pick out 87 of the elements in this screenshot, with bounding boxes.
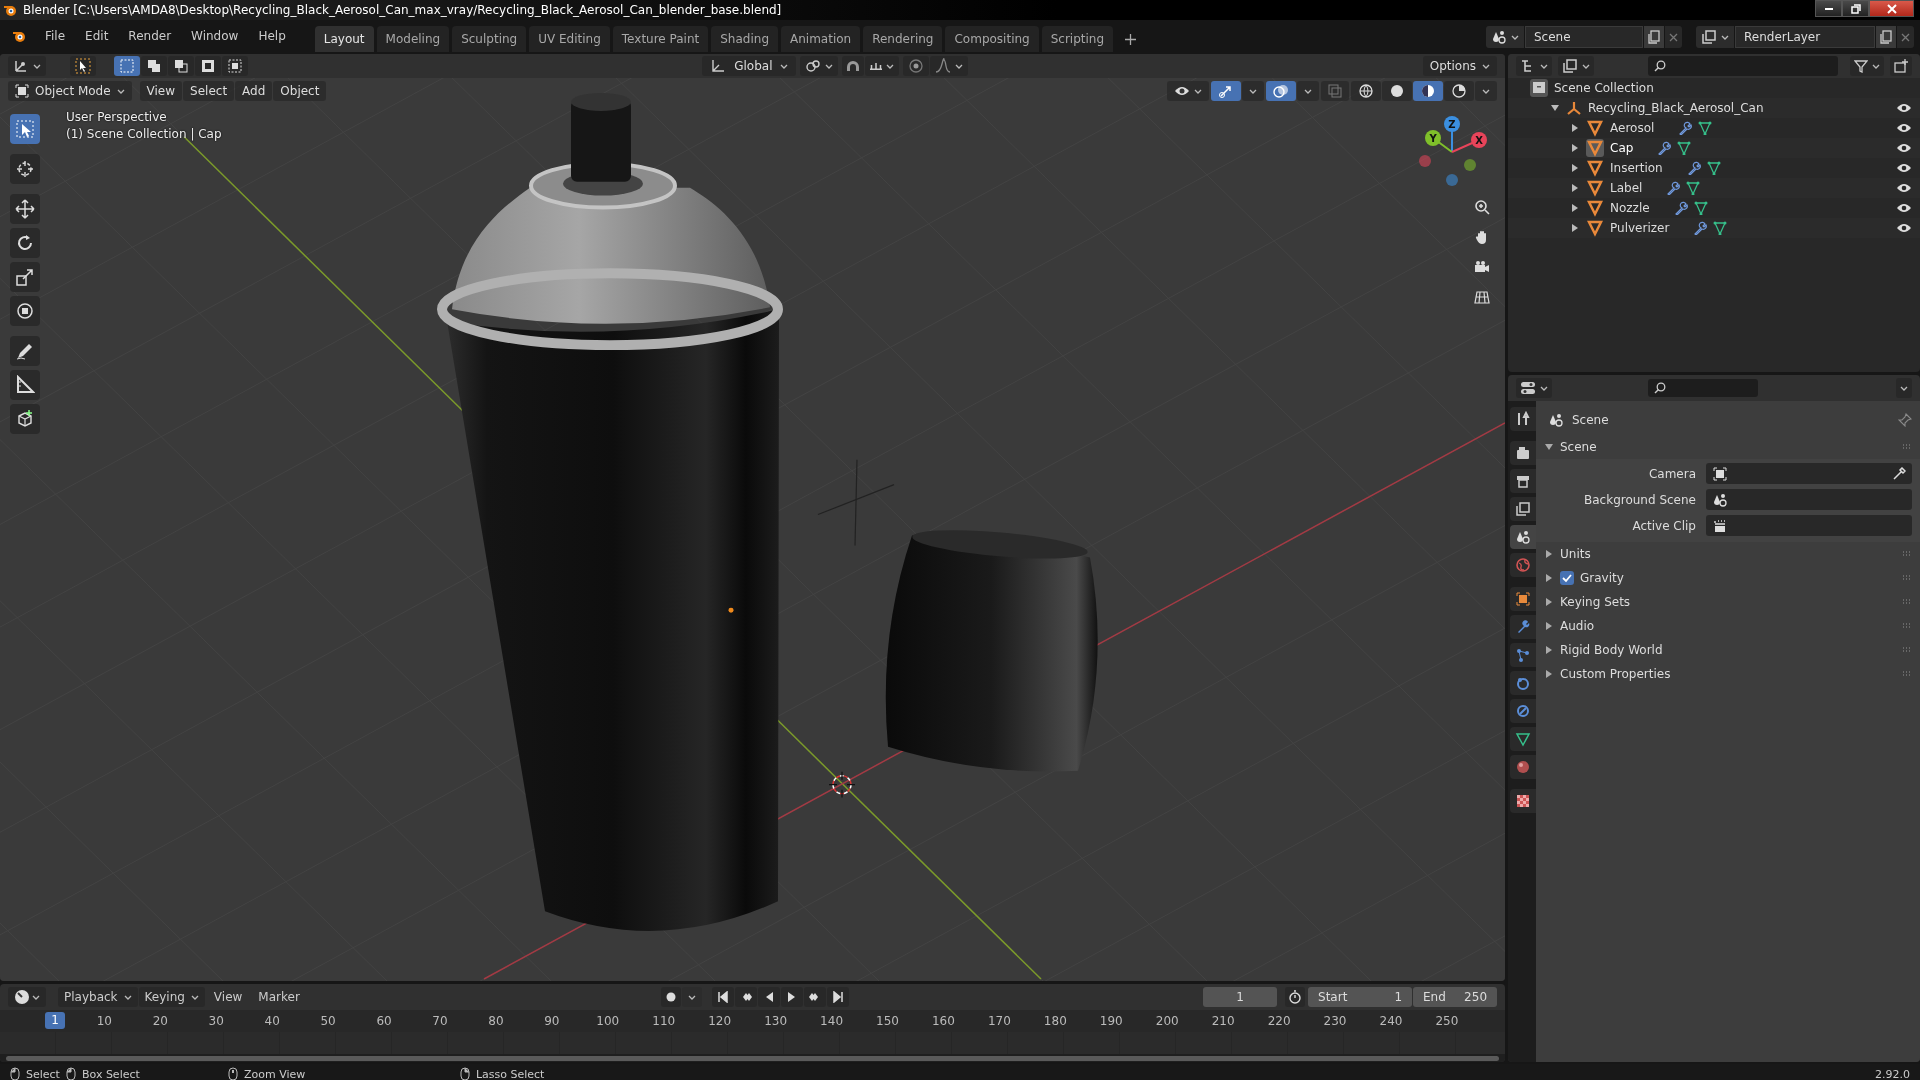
outliner-item[interactable]: Pulverizer xyxy=(1610,221,1670,235)
status-hint: Lasso Select xyxy=(475,1067,545,1080)
menu-item[interactable]: File xyxy=(36,23,75,49)
axis-handle[interactable]: Y xyxy=(1425,130,1453,153)
frame-number: 210 xyxy=(1211,1014,1235,1028)
outliner-item[interactable]: Insertion xyxy=(1610,161,1663,175)
panel-header[interactable]: Keying Sets xyxy=(1560,595,1896,609)
selector-field: Scene xyxy=(1525,26,1643,48)
start-frame-field[interactable]: Start 1 xyxy=(1308,987,1412,1007)
frame-number: 100 xyxy=(596,1014,620,1028)
panel-header[interactable]: Units xyxy=(1560,547,1896,561)
workspace-tab[interactable]: Texture Paint xyxy=(612,26,709,52)
context-title: Scene xyxy=(1572,413,1609,427)
status-hint: Zoom View xyxy=(243,1067,307,1080)
status-hint: Box Select xyxy=(81,1067,141,1080)
workspace-tab[interactable]: Animation xyxy=(781,26,861,52)
frame-number: 160 xyxy=(932,1014,955,1028)
field-label: Background Scene xyxy=(1583,492,1696,507)
playhead[interactable]: 1 xyxy=(45,1012,65,1029)
window-title: Blender [C:\Users\AMDA8\Desktop\Recycling_Black_Aerosol_Can_max_vray/Recycling_Black_Aerosol_Can_blender_base.blend] xyxy=(23,3,782,17)
panel-header[interactable]: Gravity xyxy=(1580,571,1896,585)
panel-header[interactable]: Scene xyxy=(1560,440,1896,454)
frame-number: 190 xyxy=(1099,1014,1123,1028)
workspace-tab[interactable]: UV Editing xyxy=(529,26,610,52)
frame-number: 70 xyxy=(432,1014,448,1028)
panel-header[interactable]: Audio xyxy=(1560,619,1896,633)
workspace-tab[interactable]: Rendering xyxy=(863,26,943,52)
panel-header[interactable]: Custom Properties xyxy=(1560,667,1896,681)
viewport-menu[interactable]: Object xyxy=(273,81,327,101)
options-dropdown[interactable]: Options xyxy=(1422,56,1497,76)
axis-handle[interactable]: Z xyxy=(1444,116,1460,153)
workspace-tab[interactable]: Shading xyxy=(711,26,778,52)
orientation-dropdown[interactable]: Global xyxy=(702,56,797,76)
frame-number: 130 xyxy=(764,1014,788,1028)
frame-number: 40 xyxy=(264,1014,280,1028)
frame-number: 20 xyxy=(152,1014,168,1028)
frame-number: 60 xyxy=(376,1014,392,1028)
viewport-menu[interactable]: Add xyxy=(235,81,273,101)
panel-header[interactable]: Rigid Body World xyxy=(1560,643,1896,657)
workspace-tab[interactable]: Sculpting xyxy=(452,26,527,52)
frame-number: 170 xyxy=(987,1014,1011,1028)
timeline-menu[interactable]: Playback xyxy=(58,987,138,1007)
frame-number: 220 xyxy=(1267,1014,1291,1028)
outliner-item[interactable]: Recycling_Black_Aerosol_Can xyxy=(1588,101,1764,115)
frame-number: 200 xyxy=(1155,1014,1179,1028)
outliner-item[interactable]: Nozzle xyxy=(1610,201,1650,215)
version-text: 2.92.0 xyxy=(1875,1067,1910,1080)
viewport-info-text: (1) Scene Collection | Cap xyxy=(66,127,222,141)
timeline-menu[interactable]: Keying xyxy=(138,987,205,1007)
workspace-tab[interactable]: Modeling xyxy=(376,26,450,52)
frame-number: 240 xyxy=(1379,1014,1403,1028)
outliner-item[interactable]: Scene Collection xyxy=(1554,81,1654,95)
mode-dropdown[interactable]: Object Mode xyxy=(8,81,132,101)
frame-number: 30 xyxy=(208,1014,224,1028)
current-frame-field[interactable]: 1 xyxy=(1203,987,1277,1007)
viewport-menu[interactable]: Select xyxy=(183,81,235,101)
frame-number: 250 xyxy=(1435,1014,1459,1028)
outliner-item[interactable]: Label xyxy=(1610,181,1643,195)
end-frame-field[interactable]: End 250 xyxy=(1413,987,1497,1007)
selector-field: RenderLayer xyxy=(1735,26,1875,48)
frame-number: 230 xyxy=(1323,1014,1347,1028)
frame-number: 90 xyxy=(544,1014,560,1028)
timeline-menu[interactable]: Marker xyxy=(251,987,307,1007)
outliner-item[interactable]: Aerosol xyxy=(1610,121,1655,135)
menu-item[interactable]: Help xyxy=(249,23,295,49)
frame-number: 140 xyxy=(820,1014,843,1028)
field-label: Camera xyxy=(1647,466,1696,481)
outliner-item[interactable]: Cap xyxy=(1610,141,1634,155)
menu-item[interactable]: Edit xyxy=(76,23,118,49)
frame-number: 80 xyxy=(488,1014,504,1028)
frame-number: 120 xyxy=(708,1014,732,1028)
viewport-menu[interactable]: View xyxy=(139,81,183,101)
status-hint: Select xyxy=(26,1067,60,1080)
workspace-tab[interactable]: Scripting xyxy=(1041,26,1114,52)
workspace-tab[interactable]: Compositing xyxy=(945,26,1039,52)
axis-handle[interactable]: X xyxy=(1451,132,1487,153)
frame-number: 150 xyxy=(876,1014,899,1028)
field-label: Active Clip xyxy=(1631,518,1696,533)
frame-number: 50 xyxy=(320,1014,336,1028)
viewport-info-text: User Perspective xyxy=(66,110,168,124)
frame-number: 10 xyxy=(96,1014,112,1028)
frame-number: 110 xyxy=(652,1014,676,1028)
menu-item[interactable]: Window xyxy=(182,23,248,49)
menu-item[interactable]: Render xyxy=(119,23,181,49)
frame-number: 180 xyxy=(1043,1014,1067,1028)
timeline-menu[interactable]: View xyxy=(206,987,250,1007)
workspace-tab[interactable]: Layout xyxy=(314,26,374,52)
